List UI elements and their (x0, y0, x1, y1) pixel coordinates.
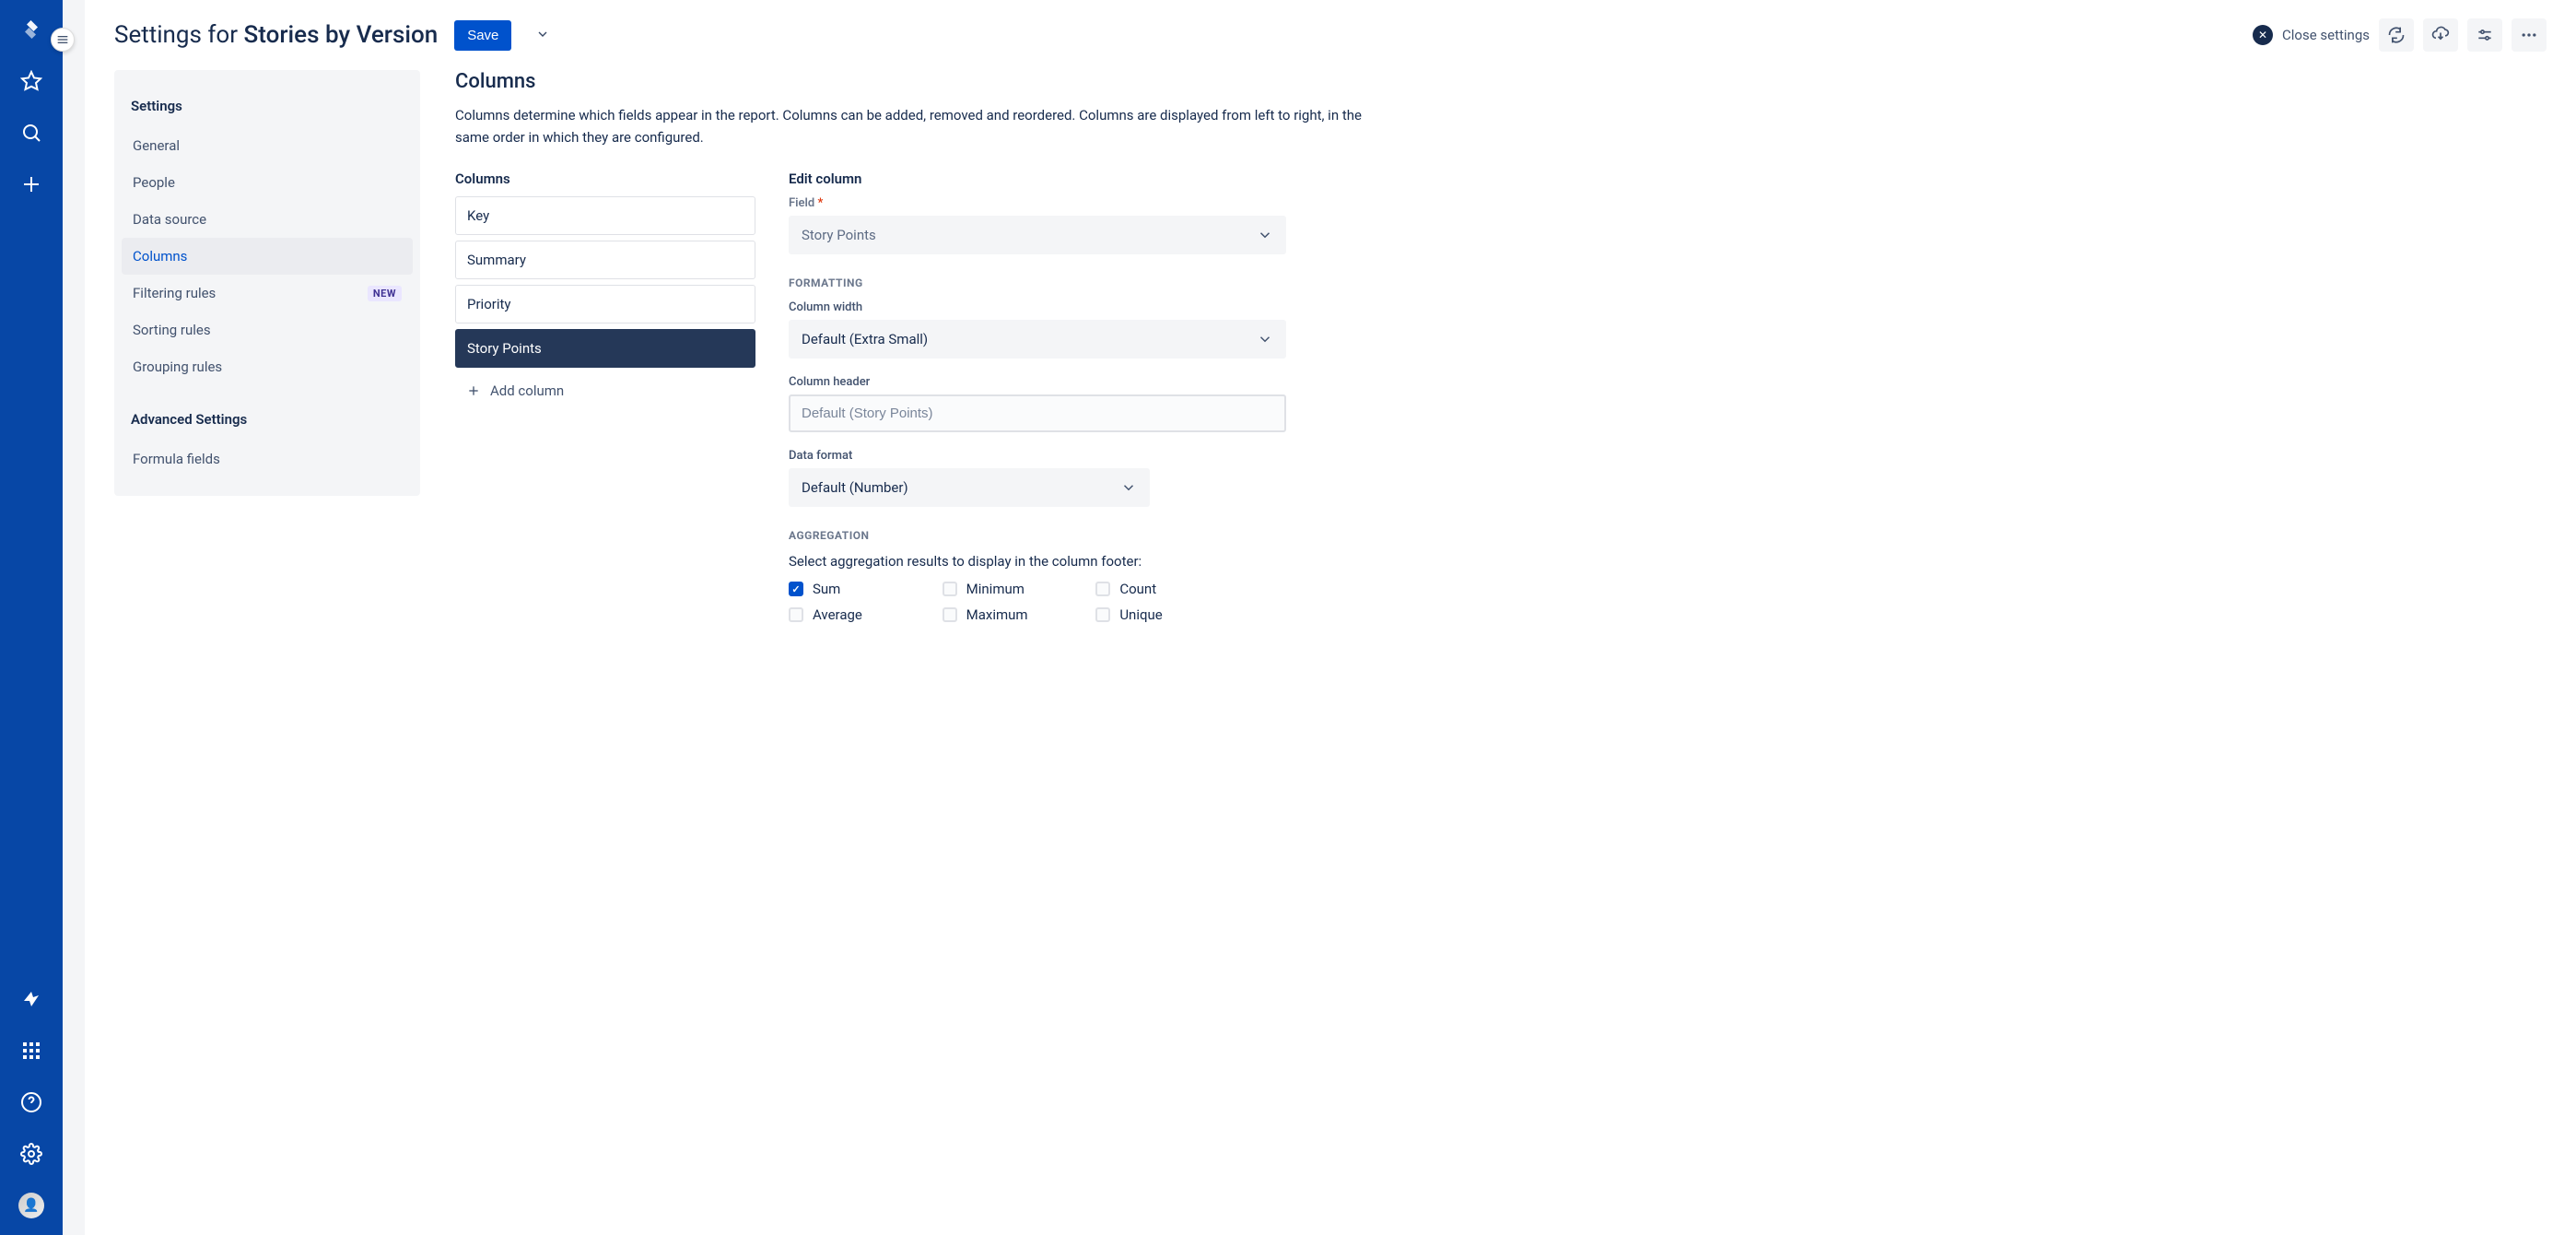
data-format-value: Default (Number) (802, 479, 908, 496)
column-width-select[interactable]: Default (Extra Small) (789, 320, 1286, 359)
field-select[interactable]: Story Points (789, 216, 1286, 254)
nav-item-label: People (133, 174, 175, 191)
nav-item-columns[interactable]: Columns (122, 238, 413, 275)
divider-column (63, 0, 85, 1235)
nav-item-label: Sorting rules (133, 322, 211, 338)
aggregation-checkbox-sum[interactable]: Sum (789, 581, 924, 597)
nav-item-data-source[interactable]: Data source (122, 201, 413, 238)
main-container: Settings for Stories by Version Save ✕ C… (85, 0, 2576, 1235)
star-icon[interactable] (18, 68, 44, 94)
plus-icon (466, 383, 481, 398)
column-item-summary[interactable]: Summary (455, 241, 755, 279)
global-sidebar: 👤 (0, 0, 63, 1235)
formatting-section-label: FORMATTING (789, 276, 1286, 289)
aggregation-checkbox-maximum[interactable]: Maximum (943, 606, 1078, 623)
adjustments-button[interactable] (2467, 18, 2502, 52)
nav-item-label: General (133, 137, 180, 154)
notification-icon[interactable] (18, 986, 44, 1012)
checkbox-label: Maximum (966, 606, 1028, 623)
close-icon: ✕ (2253, 25, 2273, 45)
nav-item-filtering-rules[interactable]: Filtering rules NEW (122, 275, 413, 312)
nav-item-label: Grouping rules (133, 359, 222, 375)
aggregation-checkbox-count[interactable]: Count (1095, 581, 1231, 597)
checkbox-box (943, 582, 957, 596)
content-area: Columns Columns determine which fields a… (455, 70, 2547, 1206)
refresh-button[interactable] (2379, 18, 2414, 52)
title-name: Stories by Version (244, 21, 439, 49)
chevron-down-icon (1120, 479, 1137, 496)
column-header-input[interactable] (789, 394, 1286, 432)
checkbox-box (1095, 607, 1110, 622)
cloud-download-button[interactable] (2423, 18, 2458, 52)
columns-list-heading: Columns (455, 171, 755, 187)
more-button[interactable] (2512, 18, 2547, 52)
checkbox-box (943, 607, 957, 622)
page-title: Settings for Stories by Version (114, 21, 438, 49)
columns-heading: Columns (455, 70, 2537, 93)
column-width-label: Column width (789, 300, 1286, 314)
nav-item-label: Data source (133, 211, 206, 228)
data-format-label: Data format (789, 449, 1286, 463)
app-switcher-icon[interactable] (18, 1038, 44, 1064)
checkbox-label: Count (1119, 581, 1156, 597)
settings-nav-panel: Settings General People Data source Columns… (114, 70, 420, 496)
nav-item-label: Filtering rules (133, 285, 216, 301)
checkbox-label: Minimum (966, 581, 1025, 597)
close-settings-button[interactable]: ✕ Close settings (2253, 25, 2370, 45)
nav-item-grouping-rules[interactable]: Grouping rules (122, 348, 413, 385)
checkbox-label: Sum (813, 581, 840, 597)
field-label: Field * (789, 196, 1286, 210)
aggregation-checkbox-minimum[interactable]: Minimum (943, 581, 1078, 597)
column-item-priority[interactable]: Priority (455, 285, 755, 323)
save-dropdown-button[interactable] (528, 19, 557, 52)
checkbox-box (789, 582, 803, 596)
column-width-value: Default (Extra Small) (802, 331, 928, 347)
search-icon[interactable] (18, 120, 44, 146)
nav-item-formula-fields[interactable]: Formula fields (122, 441, 413, 477)
close-settings-label: Close settings (2282, 27, 2370, 43)
checkbox-label: Average (813, 606, 862, 623)
nav-item-label: Formula fields (133, 451, 220, 467)
help-icon[interactable] (18, 1089, 44, 1115)
nav-item-label: Columns (133, 248, 187, 265)
checkbox-label: Unique (1119, 606, 1162, 623)
edit-column-heading: Edit column (789, 171, 1286, 187)
aggregation-subtext: Select aggregation results to display in… (789, 553, 1286, 570)
aggregation-checkbox-average[interactable]: Average (789, 606, 924, 623)
new-badge: NEW (368, 286, 402, 301)
chevron-down-icon (1257, 227, 1273, 243)
column-item-story-points[interactable]: Story Points (455, 329, 755, 368)
sidebar-collapse-toggle[interactable] (51, 28, 75, 52)
chevron-down-icon (1257, 331, 1273, 347)
field-select-value: Story Points (802, 227, 876, 243)
add-icon[interactable] (18, 171, 44, 197)
add-column-button[interactable]: Add column (455, 373, 755, 408)
checkbox-box (1095, 582, 1110, 596)
user-avatar[interactable]: 👤 (18, 1193, 44, 1218)
settings-heading: Settings (122, 88, 413, 127)
app-logo-icon[interactable] (18, 17, 44, 42)
nav-item-general[interactable]: General (122, 127, 413, 164)
aggregation-checkbox-unique[interactable]: Unique (1095, 606, 1231, 623)
add-column-label: Add column (490, 382, 564, 399)
column-header-label: Column header (789, 375, 1286, 389)
page-header: Settings for Stories by Version Save ✕ C… (85, 0, 2576, 70)
title-prefix: Settings for (114, 21, 244, 49)
nav-item-sorting-rules[interactable]: Sorting rules (122, 312, 413, 348)
checkbox-box (789, 607, 803, 622)
aggregation-section-label: AGGREGATION (789, 529, 1286, 542)
settings-gear-icon[interactable] (18, 1141, 44, 1167)
columns-description: Columns determine which fields appear in… (455, 104, 1376, 148)
advanced-settings-heading: Advanced Settings (122, 402, 413, 441)
column-item-key[interactable]: Key (455, 196, 755, 235)
save-button[interactable]: Save (454, 20, 511, 51)
nav-item-people[interactable]: People (122, 164, 413, 201)
data-format-select[interactable]: Default (Number) (789, 468, 1150, 507)
